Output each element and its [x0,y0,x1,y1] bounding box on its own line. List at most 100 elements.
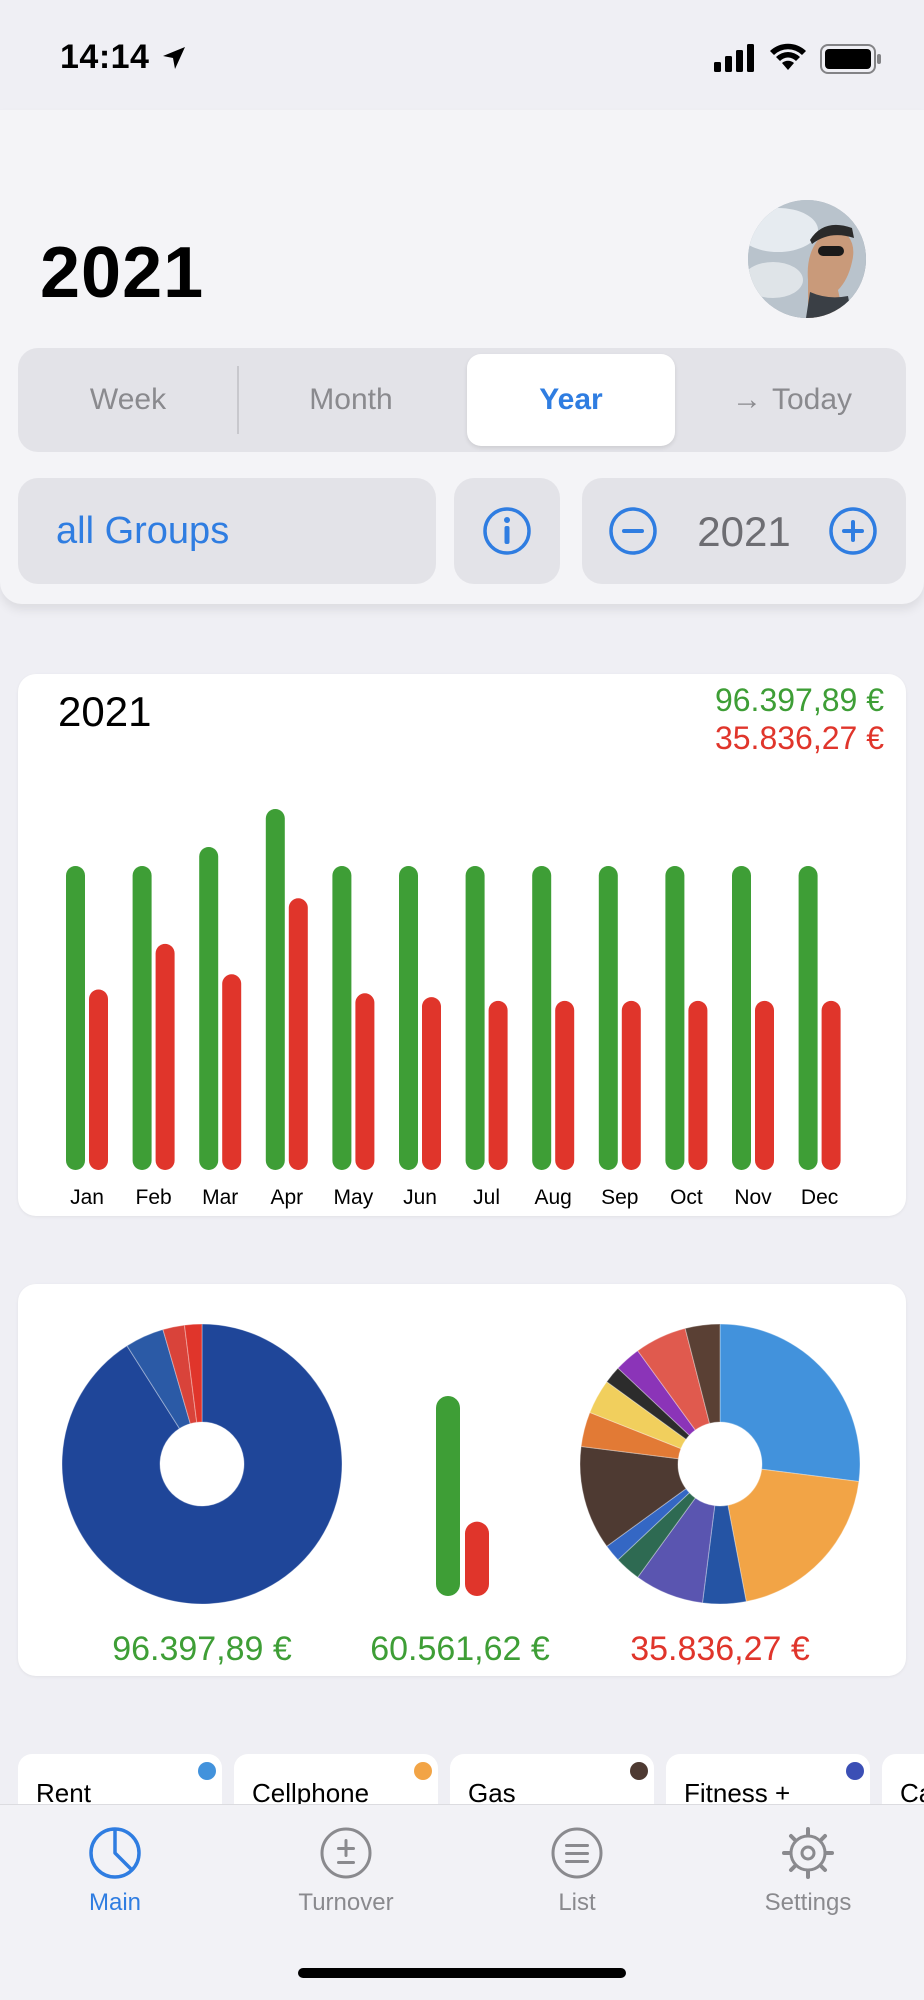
bar-aug-expense [555,1000,575,1170]
balance-income-bar [436,1396,460,1596]
profile-photo [748,200,866,318]
total-expense: 35.836,27 € [714,720,884,756]
bar-apr-expense [288,898,308,1170]
bar-sep-income [598,866,618,1170]
tab-label: Main [88,1889,142,1916]
period-segmented-control: Week Month Year → Today [18,348,906,452]
bar-jan-income [66,866,85,1170]
bar-may-income [332,866,352,1170]
tab-settings[interactable]: Settings [728,1825,888,1917]
x-tick-label: Feb [136,1186,172,1209]
bar-jul-income [465,866,485,1170]
expense-pie-slice-0 [719,1323,861,1483]
location-arrow-icon [163,47,185,69]
chart-title: 2021 [58,688,152,735]
tab-label: Turnover [298,1889,394,1916]
info-icon [483,507,531,555]
x-tick-label: Mar [202,1186,238,1209]
page-title: 2021 [40,233,205,313]
x-tick-label: Jul [473,1186,500,1209]
bar-mar-expense [222,974,242,1170]
tab-turnover[interactable]: Turnover [266,1825,426,1917]
segment-week[interactable]: Week [18,354,238,446]
cellular-signal-icon [714,44,754,72]
segment-year[interactable]: Year [467,354,675,446]
increment-year-button[interactable] [828,506,878,556]
chip-label: Rent [36,1778,91,1804]
x-tick-label: Nov [734,1186,772,1209]
x-tick-label: Aug [535,1186,572,1209]
home-indicator [298,1968,626,1978]
bar-aug-income [532,866,552,1170]
list-icon [551,1827,603,1879]
bar-nov-income [732,866,751,1170]
avatar[interactable] [748,200,866,318]
chip-color-dot [846,1762,864,1780]
expense-pie-slice-1 [727,1468,860,1603]
x-tick-label: Jan [70,1186,104,1209]
x-tick-label: Jun [403,1186,437,1209]
chip-partial[interactable]: Ca [882,1754,924,1804]
chip-gas[interactable]: Gas [450,1754,654,1804]
chip-label: Ca [900,1778,924,1804]
bar-mar-income [199,847,219,1170]
summary-charts [61,1323,861,1605]
decrement-year-button[interactable] [608,506,658,556]
chip-cellphone[interactable]: Cellphone [234,1754,438,1804]
bar-apr-income [265,809,285,1170]
bar-dec-expense [821,1000,841,1170]
bar-feb-income [132,866,152,1170]
chip-label: Cellphone [252,1778,370,1804]
x-tick-label: Apr [270,1186,303,1209]
chip-label: Fitness + [684,1778,791,1804]
gear-icon [782,1827,834,1879]
balance-total: 60.561,62 € [370,1630,550,1668]
bar-oct-expense [688,1000,708,1170]
status-time: 14:14 [60,38,150,76]
plus-minus-icon [320,1827,372,1879]
chip-color-dot [198,1762,216,1780]
bar-jan-expense [89,989,108,1170]
x-tick-label: Sep [601,1186,638,1209]
bar-nov-expense [755,1000,774,1170]
pie-chart-icon [89,1827,141,1879]
income-total: 96.397,89 € [112,1630,292,1668]
balance-expense-bar [465,1521,489,1596]
chip-color-dot [630,1762,648,1780]
bar-feb-expense [155,943,175,1170]
groups-selector-button[interactable]: all Groups [18,478,436,584]
arrow-right-icon: → [731,383,762,416]
chip-label: Gas [468,1778,516,1804]
today-button[interactable]: → Today [678,354,906,446]
tab-list[interactable]: List [497,1825,657,1917]
segment-month[interactable]: Month [240,354,462,446]
status-bar: 14:14 [0,0,924,110]
x-tick-label: Oct [670,1186,703,1209]
wifi-icon [770,43,806,70]
bar-dec-income [798,866,818,1170]
tab-label: List [558,1889,596,1916]
bar-jun-expense [422,997,441,1170]
chip-fitness[interactable]: Fitness + [666,1754,870,1804]
monthly-chart-card[interactable]: Jan Feb Mar Apr May Jun Jul Aug Sep Oct Nov Dec 202… [18,674,906,1216]
x-tick-label: Dec [801,1186,838,1209]
today-label: Today [771,383,853,416]
segment-divider [237,366,239,434]
expense-total: 35.836,27 € [630,1630,810,1668]
info-button[interactable] [454,478,560,584]
year-value: 2021 [697,508,791,555]
battery-icon [820,44,881,74]
year-stepper: 2021 [582,478,906,584]
bar-oct-income [665,866,685,1170]
category-chips: Rent Cellphone Gas Fitness + Ca [0,1754,924,1804]
chip-rent[interactable]: Rent [18,1754,222,1804]
x-tick-label: May [334,1186,374,1209]
chip-color-dot [414,1762,432,1780]
tab-main[interactable]: Main [35,1825,195,1917]
tab-label: Settings [764,1889,852,1916]
bar-may-expense [355,993,375,1170]
bar-sep-expense [621,1000,641,1170]
total-income: 96.397,89 € [714,682,884,718]
summary-chart-card[interactable]: 96.397,89 € 60.561,62 € 35.836,27 € [18,1284,906,1676]
bar-jun-income [399,866,418,1170]
